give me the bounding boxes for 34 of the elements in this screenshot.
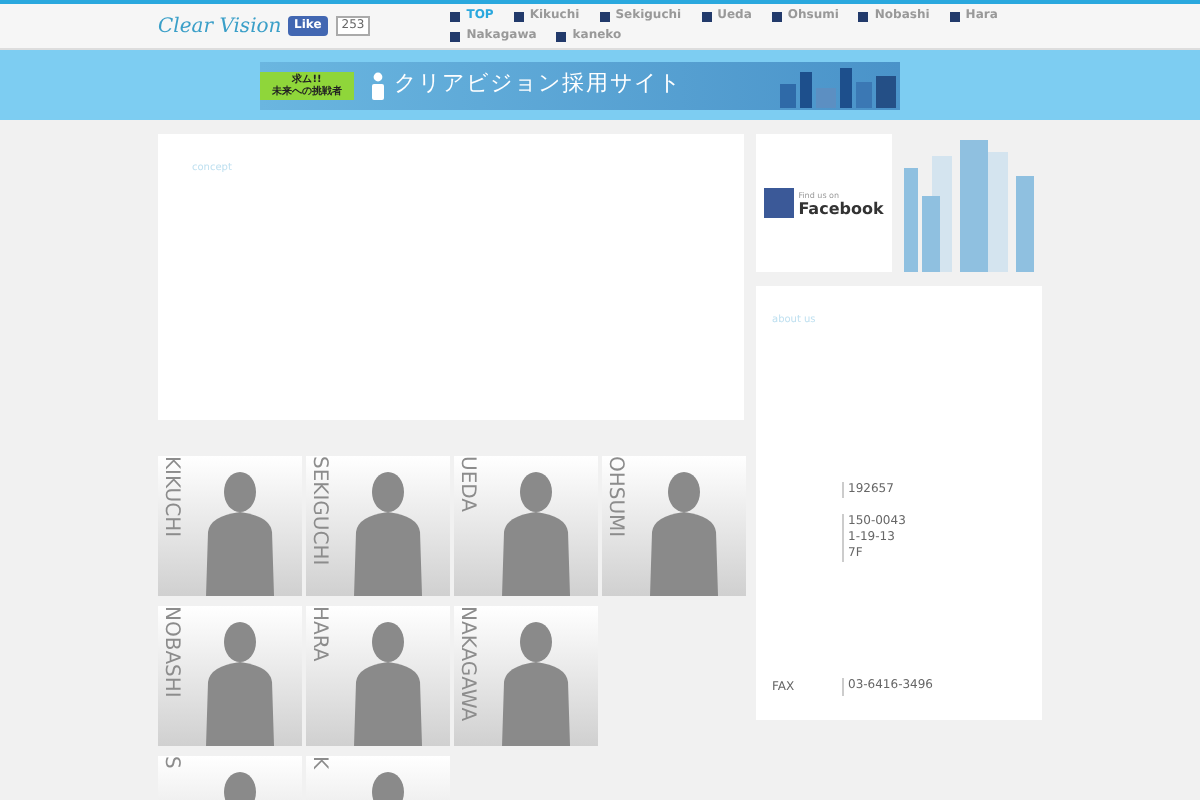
bullet-icon	[599, 11, 610, 21]
facebook-label: Facebook	[798, 199, 884, 217]
member-name: UEDA	[454, 456, 478, 517]
member-name: K	[306, 756, 330, 774]
member-photo-tile[interactable]: KIKUCHI	[158, 456, 302, 596]
logo[interactable]: Clear Vision	[158, 11, 288, 41]
buildings-drawing	[900, 140, 1040, 272]
bullet-icon	[949, 11, 960, 21]
member-name: HARA	[306, 606, 330, 666]
member-photo-tile[interactable]: NAKAGAWA	[454, 606, 598, 746]
facebook-icon	[764, 188, 795, 218]
member-name: OHSUMI	[602, 456, 626, 542]
bullet-icon	[556, 31, 567, 41]
member-name: SEKIGUCHI	[306, 456, 330, 570]
bullet-icon	[450, 31, 461, 41]
member-photo-tile[interactable]: K	[306, 756, 450, 800]
person-icon	[370, 71, 386, 99]
bullet-icon	[513, 11, 524, 21]
bullet-icon	[450, 11, 461, 21]
member-name: S	[158, 756, 182, 773]
member-name: KIKUCHI	[158, 456, 182, 542]
member-photo-tile[interactable]: HARA	[306, 606, 450, 746]
member-photo-tile[interactable]: SEKIGUCHI	[306, 456, 450, 596]
member-name: NOBASHI	[158, 606, 182, 702]
member-photo-tile[interactable]: S	[158, 756, 302, 800]
member-photo-tile[interactable]: OHSUMI	[602, 456, 746, 596]
banner-title: クリアビジョン採用サイト	[394, 68, 682, 101]
member-photo-tile[interactable]: NOBASHI	[158, 606, 302, 746]
bullet-icon	[771, 11, 782, 21]
member-photo-tile[interactable]: UEDA	[454, 456, 598, 596]
member-name: NAKAGAWA	[454, 606, 478, 726]
bullet-icon	[701, 11, 712, 21]
bullet-icon	[858, 11, 869, 21]
city-skyline-drawing	[780, 63, 900, 107]
